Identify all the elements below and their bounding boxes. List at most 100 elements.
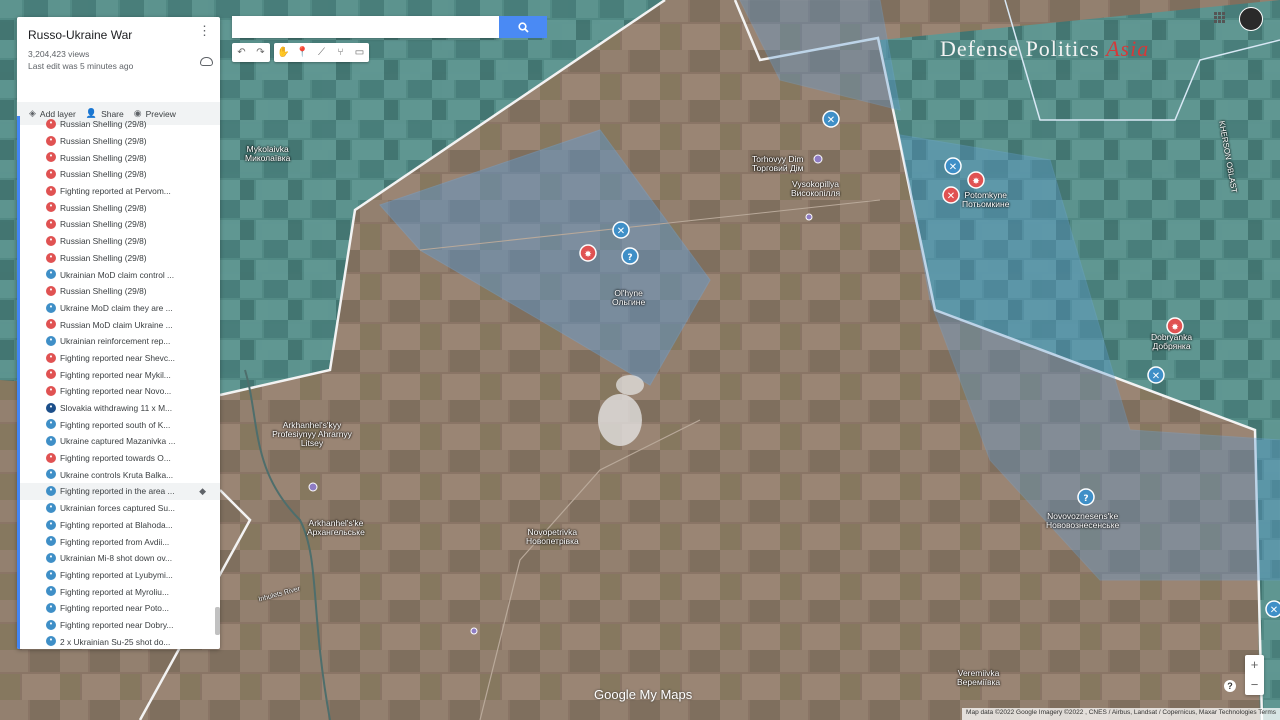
red-marker-icon: • [46,386,56,396]
list-item[interactable]: • Fighting reported near Dobry... [20,617,220,634]
svg-text:✕: ✕ [1270,605,1278,616]
list-item[interactable]: • Russian Shelling (29/8) [20,116,220,133]
list-item-label: Russian Shelling (29/8) [60,236,147,247]
list-item-label: Ukrainian Mi-8 shot down ov... [60,553,173,564]
zoom-out-button[interactable]: − [1245,675,1264,695]
red-marker-icon: • [46,252,56,263]
list-item[interactable]: • 2 x Ukrainian Su-25 shot do... [20,633,220,649]
list-item[interactable]: • Ukrainian MoD claim control ... [20,266,220,283]
red-marker-icon: • [46,369,56,380]
list-item[interactable]: • Fighting reported towards O... [20,450,220,467]
list-item[interactable]: • Russian Shelling (29/8) [20,149,220,166]
red-marker-icon: • [46,235,56,246]
avatar[interactable] [1239,7,1263,31]
list-item-label: Fighting reported at Lyubymi... [60,569,173,580]
marker-shelling-2[interactable]: ✸ [967,171,985,189]
search-input[interactable] [232,16,499,38]
place-arkhanhelske: Arkhanhel's'ke Архангельське [307,518,365,537]
marker-question-1[interactable]: ? [621,247,639,265]
list-item[interactable]: • Ukrainian reinforcement rep... [20,333,220,350]
list-item[interactable]: • Slovakia withdrawing 11 x M... [20,400,220,417]
list-item[interactable]: • Russian Shelling (29/8) [20,133,220,150]
zoom-in-button[interactable]: + [1245,655,1264,675]
marker-fighting-4[interactable]: ✕ [1147,366,1165,384]
place-dobryanka: Dobryanka Добрянка [1151,332,1193,351]
marker-question-2[interactable]: ? [1077,488,1095,506]
list-item[interactable]: • Fighting reported south of K... [20,416,220,433]
list-item[interactable]: • Fighting reported near Mykil... [20,366,220,383]
brand-watermark: Defense Politics Asia [940,36,1150,61]
red-marker-icon: • [46,202,56,213]
list-item[interactable]: • Russian Shelling (29/8) [20,283,220,300]
draw-line-icon[interactable]: ⟋ [312,43,331,62]
marker-fighting-5[interactable]: ✕ [1265,600,1280,618]
list-item-label: Fighting reported at Myroliu... [60,586,169,597]
search-button[interactable] [499,16,547,38]
place-mykolaivka: Mykolaivka Миколаївка [245,144,291,163]
svg-text:✕: ✕ [1152,371,1160,382]
list-item-label: Fighting reported towards O... [60,453,171,464]
list-item[interactable]: • Russian Shelling (29/8) [20,216,220,233]
place-olhyne: Ol'hyne Ольгине [612,288,646,307]
measure-icon[interactable]: ▭ [350,43,369,62]
list-item-label: Russian Shelling (29/8) [60,252,147,263]
svg-text:✕: ✕ [949,162,957,173]
marker-fighting-1[interactable]: ✕ [612,221,630,239]
list-item[interactable]: • Russian Shelling (29/8) [20,250,220,267]
list-item[interactable]: • Ukrainian Mi-8 shot down ov... [20,550,220,567]
list-item-label: Fighting reported near Dobry... [60,619,174,630]
list-item[interactable]: • Fighting reported at Pervom... [20,183,220,200]
list-item[interactable]: • Fighting reported at Myroliu... [20,583,220,600]
google-my-maps-logo: Google My Maps [594,687,693,702]
blue-marker-icon: • [46,569,56,580]
paint-bucket-icon[interactable]: ◆ [199,486,206,497]
red-marker-icon: • [46,285,56,296]
red-marker-icon: • [46,452,56,463]
hand-icon[interactable]: ✋ [274,43,293,62]
marker-fighting-3[interactable]: ✕ [944,157,962,175]
list-item[interactable]: • Ukraine captured Mazanivka ... [20,433,220,450]
map-title[interactable]: Russo-Ukraine War [28,28,209,42]
redo-icon[interactable]: ↷ [251,43,270,62]
red-marker-icon: • [46,152,56,163]
apps-grid-icon[interactable] [1214,12,1225,23]
blue-marker-icon: • [46,419,56,430]
blue-marker-icon: • [46,302,56,313]
list-item-label: Ukraine MoD claim they are ... [60,302,173,313]
more-options-icon[interactable]: ⋮ [198,24,211,37]
svg-text:✕: ✕ [947,191,955,202]
undo-icon[interactable]: ↶ [232,43,251,62]
list-item[interactable]: • Fighting reported near Novo... [20,383,220,400]
list-item[interactable]: • Fighting reported from Avdii... [20,533,220,550]
list-item[interactable]: • Fighting reported at Blahoda... [20,517,220,534]
directions-icon[interactable]: ⑂ [331,43,350,62]
search-icon [517,21,529,33]
list-item[interactable]: • Ukraine MoD claim they are ... [20,300,220,317]
red-marker-icon: • [46,169,56,180]
list-item[interactable]: • Russian Shelling (29/8) [20,166,220,183]
list-item[interactable]: • Russian MoD claim Ukraine ... [20,316,220,333]
list-item[interactable]: • Ukrainian forces captured Su... [20,500,220,517]
marker-fighting-2[interactable]: ✕ [822,110,840,128]
list-item-label: Russian Shelling (29/8) [60,202,147,213]
help-icon[interactable]: ? [1224,680,1236,692]
blue-marker-icon: • [46,402,56,413]
list-item[interactable]: • Fighting reported at Lyubymi... [20,567,220,584]
marker-icon[interactable]: 📍 [293,43,312,62]
list-item-label: Russian Shelling (29/8) [60,169,147,180]
list-item[interactable]: • Ukraine controls Kruta Balka... [20,466,220,483]
list-item-label: Ukrainian MoD claim control ... [60,269,175,280]
list-item-label: Fighting reported south of K... [60,419,171,430]
marker-fighting-red[interactable]: ✕ [942,186,960,204]
list-item[interactable]: • Fighting reported in the area ... ◆ [20,483,220,500]
list-item[interactable]: • Russian Shelling (29/8) [20,233,220,250]
blue-marker-icon: • [46,502,56,513]
list-item[interactable]: • Fighting reported near Shevc... [20,350,220,367]
list-item[interactable]: • Russian Shelling (29/8) [20,199,220,216]
list-item[interactable]: • Fighting reported near Poto... [20,600,220,617]
red-marker-icon: • [46,135,56,146]
list-item-label: Fighting reported at Blahoda... [60,519,173,530]
scrollbar[interactable] [215,607,220,635]
marker-shelling-1[interactable]: ✸ [579,244,597,262]
map-sidebar: Russo-Ukraine War 3,204,423 views Last e… [17,17,220,649]
